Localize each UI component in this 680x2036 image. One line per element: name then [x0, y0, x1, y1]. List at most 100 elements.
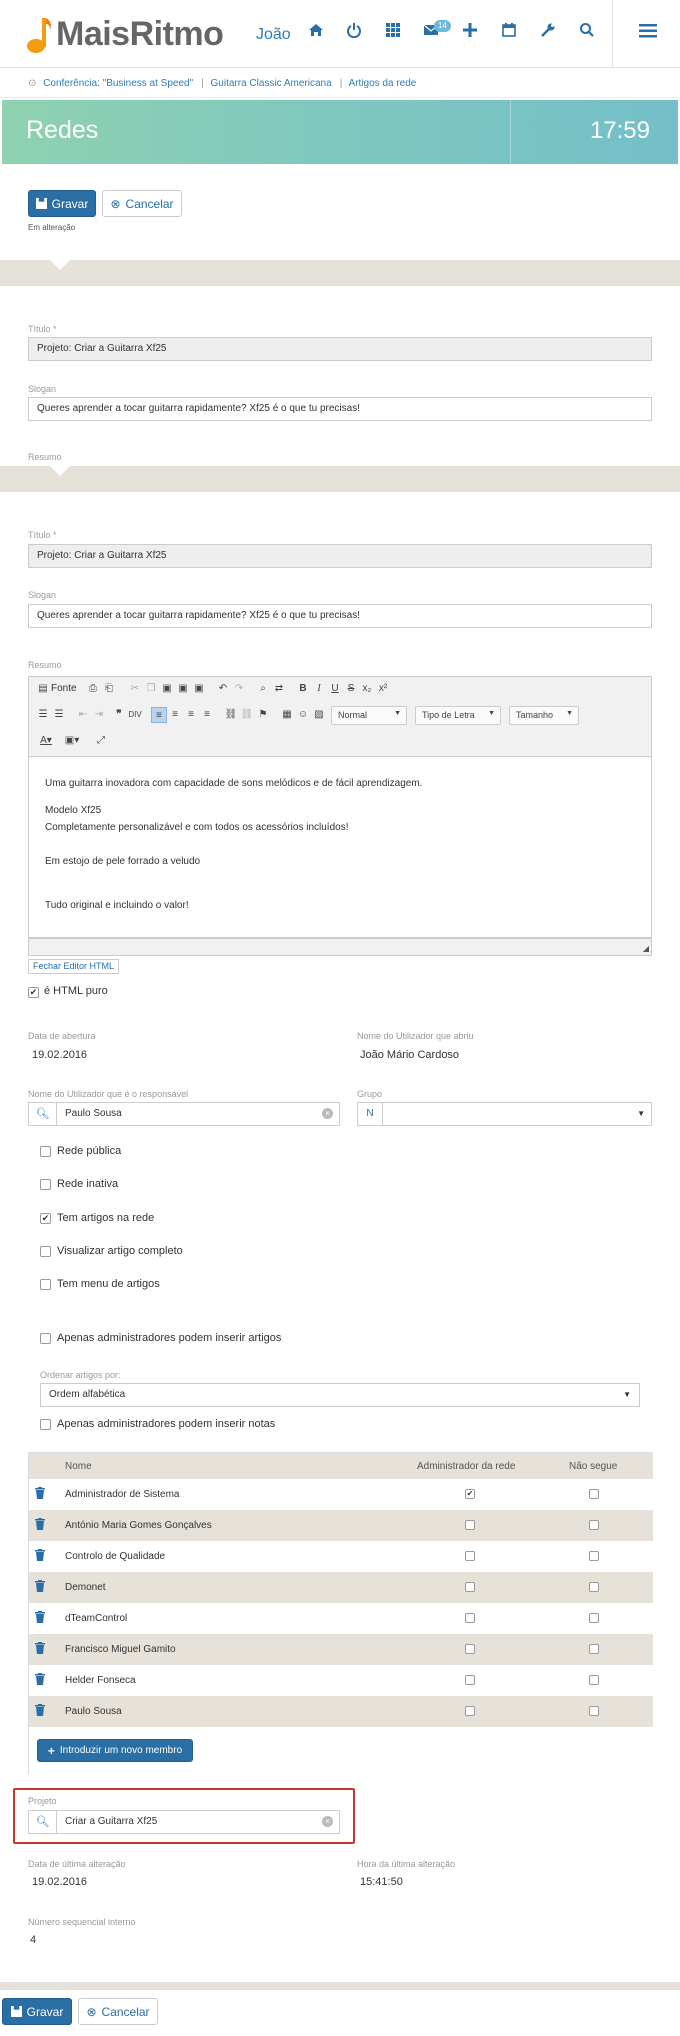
wrench-icon[interactable] [537, 22, 559, 44]
trash-icon[interactable] [35, 1704, 47, 1718]
paste-word-icon[interactable]: ▣ [191, 681, 207, 697]
maximize-icon[interactable]: ⤢ [93, 733, 109, 749]
find-icon[interactable]: ⌕ [255, 681, 271, 697]
calendar-icon[interactable] [498, 22, 520, 44]
order-select[interactable]: Ordem alfabética ▼ [40, 1383, 640, 1407]
subscript-icon[interactable]: x₂ [359, 681, 375, 697]
breadcrumb-item[interactable]: Guitarra Classic Americana [211, 78, 332, 89]
link-icon[interactable]: ⛓ [223, 707, 239, 723]
text-color-icon[interactable]: A▾ [35, 733, 57, 749]
breadcrumb-item[interactable]: Conferência: "Business at Speed" [43, 78, 193, 89]
admin-checkbox[interactable] [465, 1551, 475, 1561]
strike-icon[interactable]: S [343, 681, 359, 697]
underline-icon[interactable]: U [327, 681, 343, 697]
group-field[interactable]: N ▼ [357, 1102, 652, 1126]
table-row[interactable]: António Maria Gomes Gonçalves [29, 1510, 653, 1541]
checkbox-admins-notas[interactable] [40, 1419, 51, 1430]
indent-icon[interactable]: ⇥ [91, 707, 107, 723]
html-puro-checkbox[interactable]: ✔ [28, 987, 39, 998]
admin-checkbox[interactable]: ✔ [465, 1489, 475, 1499]
plus-icon[interactable] [459, 22, 481, 44]
image-icon[interactable]: ▨ [311, 707, 327, 723]
breadcrumb-item[interactable]: Artigos da rede [349, 78, 417, 89]
trash-icon[interactable] [35, 1673, 47, 1687]
apps-icon[interactable] [382, 22, 404, 44]
responsible-field[interactable]: 🔍︎ Paulo Sousa × [28, 1102, 340, 1126]
admin-checkbox[interactable] [465, 1520, 475, 1530]
home-icon[interactable] [305, 22, 327, 44]
cancel-button[interactable]: ⊗ Cancelar [102, 190, 182, 217]
checkbox-rede-inativa[interactable] [40, 1179, 51, 1190]
format-select[interactable]: Normal ▼ [331, 706, 407, 725]
trash-icon[interactable] [35, 1487, 47, 1501]
bold-icon[interactable]: B [295, 681, 311, 697]
nofollow-checkbox[interactable] [589, 1489, 599, 1499]
align-justify-icon[interactable]: ≡ [199, 707, 215, 723]
add-member-button[interactable]: + Introduzir um novo membro [37, 1739, 193, 1762]
align-right-icon[interactable]: ≡ [183, 707, 199, 723]
admin-checkbox[interactable] [465, 1675, 475, 1685]
source-button[interactable]: Fonte [51, 683, 77, 694]
print-icon[interactable]: ⎗ [101, 681, 117, 697]
trash-icon[interactable] [35, 1642, 47, 1656]
table-row[interactable]: Helder Fonseca [29, 1665, 653, 1696]
unlink-icon[interactable]: ⛓ [239, 707, 255, 723]
save-button-bottom[interactable]: Gravar [2, 1998, 72, 2025]
clear-icon[interactable]: × [322, 1108, 333, 1119]
table-row[interactable]: Demonet [29, 1572, 653, 1603]
redo-icon[interactable]: ↷ [231, 681, 247, 697]
italic-icon[interactable]: I [311, 681, 327, 697]
admin-checkbox[interactable] [465, 1582, 475, 1592]
checkbox-menu-artigos[interactable] [40, 1279, 51, 1290]
title-input-readonly[interactable]: Projeto: Criar a Guitarra Xf25 [28, 337, 652, 361]
menu-icon[interactable] [637, 23, 659, 45]
nofollow-checkbox[interactable] [589, 1520, 599, 1530]
slogan-input[interactable]: Queres aprender a tocar guitarra rapidam… [28, 604, 652, 628]
cancel-button-bottom[interactable]: ⊗ Cancelar [78, 1998, 158, 2025]
admin-checkbox[interactable] [465, 1613, 475, 1623]
div-icon[interactable]: DIV [127, 707, 143, 723]
trash-icon[interactable] [35, 1518, 47, 1532]
checkbox-rede-publica[interactable] [40, 1146, 51, 1157]
power-icon[interactable] [343, 22, 365, 44]
table-row[interactable]: Francisco Miguel Gamito [29, 1634, 653, 1665]
align-left-icon[interactable]: ≡ [151, 707, 167, 723]
checkbox-visualizar-artigo[interactable] [40, 1246, 51, 1257]
table-row[interactable]: Paulo Sousa [29, 1696, 653, 1727]
trash-icon[interactable] [35, 1580, 47, 1594]
paste-text-icon[interactable]: ▣ [175, 681, 191, 697]
nofollow-checkbox[interactable] [589, 1582, 599, 1592]
replace-icon[interactable]: ⇄ [271, 681, 287, 697]
table-row[interactable]: dTeamControl [29, 1603, 653, 1634]
title-input[interactable]: Projeto: Criar a Guitarra Xf25 [28, 544, 652, 568]
user-name[interactable]: João [256, 26, 291, 44]
numbered-list-icon[interactable]: ☰ [35, 707, 51, 723]
project-field[interactable]: 🔍︎ Criar a Guitarra Xf25 × [28, 1810, 340, 1834]
brand-logo[interactable]: MaisRitmo [26, 14, 224, 54]
superscript-icon[interactable]: x² [375, 681, 391, 697]
table-icon[interactable]: ▦ [279, 707, 295, 723]
checkbox-tem-artigos[interactable]: ✔ [40, 1213, 51, 1224]
font-select[interactable]: Tipo de Letra ▼ [415, 706, 501, 725]
slogan-input-readonly[interactable]: Queres aprender a tocar guitarra rapidam… [28, 397, 652, 421]
size-select[interactable]: Tamanho ▼ [509, 706, 579, 725]
admin-checkbox[interactable] [465, 1644, 475, 1654]
rich-text-editor[interactable]: Uma guitarra inovadora com capacidade de… [28, 756, 652, 938]
search-icon[interactable] [576, 22, 598, 44]
close-editor-button[interactable]: Fechar Editor HTML [28, 959, 120, 974]
table-row[interactable]: Administrador de Sistema ✔ [29, 1479, 653, 1510]
undo-icon[interactable]: ↶ [215, 681, 231, 697]
table-row[interactable]: Controlo de Qualidade [29, 1541, 653, 1572]
blockquote-icon[interactable]: ❞ [111, 707, 127, 723]
paste-icon[interactable]: ▣ [159, 681, 175, 697]
checkbox-admins-artigos[interactable] [40, 1333, 51, 1344]
nofollow-checkbox[interactable] [589, 1644, 599, 1654]
preview-icon[interactable]: ⎙ [85, 681, 101, 697]
copy-icon[interactable]: ❐ [143, 681, 159, 697]
trash-icon[interactable] [35, 1611, 47, 1625]
anchor-flag-icon[interactable]: ⚑ [255, 707, 271, 723]
admin-checkbox[interactable] [465, 1706, 475, 1716]
bg-color-icon[interactable]: ▣▾ [61, 733, 83, 749]
trash-icon[interactable] [35, 1549, 47, 1563]
nofollow-checkbox[interactable] [589, 1613, 599, 1623]
